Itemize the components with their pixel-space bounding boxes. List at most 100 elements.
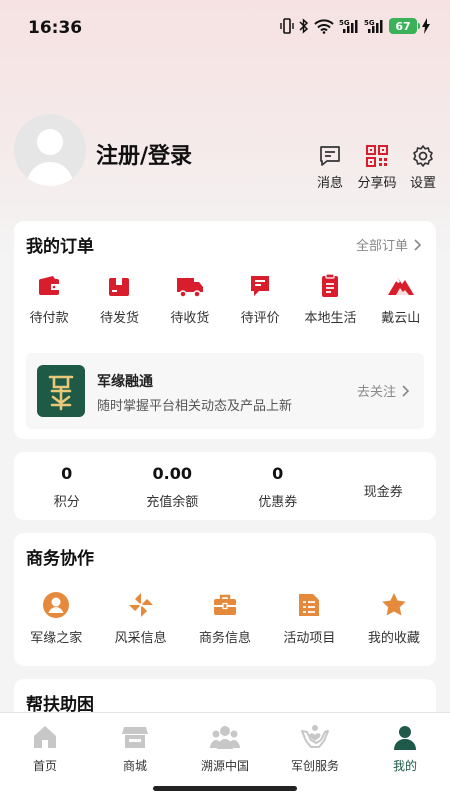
chevron-right-icon — [414, 238, 422, 251]
comment-icon — [251, 276, 270, 296]
wallet-icon — [39, 276, 60, 295]
order-pending-payment[interactable]: 待付款 — [14, 273, 84, 326]
business-grid: 军缘之家 风采信息 商务信息 活动项目 我的收藏 — [14, 591, 436, 646]
cash-voucher-label: 现金券 — [363, 485, 403, 500]
clipboard-icon — [322, 273, 339, 297]
business-showcase[interactable]: 风采信息 — [98, 591, 182, 646]
business-card: 商务协作 军缘之家 风采信息 商务信息 活动项目 我的收藏 — [14, 533, 436, 666]
signal-5g-icon: 5G — [339, 19, 358, 33]
order-pending-receipt-label: 待收货 — [170, 311, 210, 326]
points-stat[interactable]: 0 积分 — [14, 452, 120, 520]
promo-subtitle: 随时掌握平台相关动态及产品上新 — [97, 399, 293, 414]
avatar[interactable] — [14, 114, 86, 186]
pinwheel-icon — [128, 593, 153, 617]
promo-banner[interactable]: 军缘融通 随时掌握平台相关动态及产品上新 去关注 — [26, 353, 424, 429]
login-register-link[interactable]: 注册/登录 — [96, 138, 192, 170]
charging-icon — [422, 18, 430, 34]
balance-label: 充值余额 — [146, 495, 199, 510]
balance-stat[interactable]: 0.00 充值余额 — [120, 452, 226, 520]
business-favorites-label: 我的收藏 — [367, 631, 420, 646]
order-pending-payment-label: 待付款 — [29, 311, 69, 326]
svg-text:5G: 5G — [339, 19, 350, 27]
status-bar: 16:36 5G 5G 67 — [0, 0, 450, 56]
points-label: 积分 — [53, 495, 80, 510]
qr-code-icon — [366, 145, 388, 167]
tab-trace-china[interactable]: 溯源中国 — [180, 723, 270, 774]
orders-grid: 待付款 待发货 待收货 待评价 本地生活 戴云山 — [14, 273, 436, 326]
settings-button[interactable]: 设置 — [395, 144, 450, 191]
order-daiyun-mountain-label: 戴云山 — [381, 311, 421, 326]
coupon-value: 0 — [272, 464, 284, 483]
status-icons: 5G 5G 67 — [280, 18, 430, 34]
tab-home[interactable]: 首页 — [0, 723, 90, 774]
brand-emblem-icon — [48, 375, 74, 411]
signal-5g-2-icon: 5G — [364, 19, 383, 33]
message-icon — [320, 146, 340, 166]
promo-title: 军缘融通 — [97, 374, 153, 390]
order-pending-receipt[interactable]: 待收货 — [155, 273, 225, 326]
business-favorites[interactable]: 我的收藏 — [352, 591, 436, 646]
order-pending-review-label: 待评价 — [240, 311, 280, 326]
tab-mine[interactable]: 我的 — [360, 723, 450, 774]
order-pending-review[interactable]: 待评价 — [225, 273, 295, 326]
coupon-label: 优惠券 — [258, 495, 298, 510]
home-icon — [34, 726, 56, 748]
business-title: 商务协作 — [26, 549, 94, 569]
order-local-life-label: 本地生活 — [304, 311, 357, 326]
chevron-right-icon — [402, 384, 410, 397]
profile-header: 注册/登录 消息 分享码 设置 — [0, 110, 450, 200]
tab-military-startup[interactable]: 军创服务 — [270, 723, 360, 774]
business-showcase-label: 风采信息 — [114, 631, 167, 646]
svg-text:5G: 5G — [364, 19, 375, 27]
balance-value: 0.00 — [152, 464, 192, 483]
cash-voucher-stat[interactable]: 现金券 — [331, 452, 437, 520]
follow-label: 去关注 — [356, 385, 396, 400]
person-circle-icon — [43, 592, 70, 618]
tab-mine-label: 我的 — [392, 759, 417, 773]
tab-military-startup-label: 军创服务 — [290, 759, 339, 773]
wifi-icon — [314, 18, 334, 34]
assets-card: 0 积分 0.00 充值余额 0 优惠券 现金券 — [14, 452, 436, 520]
home-indicator[interactable] — [153, 786, 297, 791]
tab-trace-china-label: 溯源中国 — [200, 759, 249, 773]
default-avatar-icon — [26, 129, 74, 186]
truck-icon — [176, 278, 203, 298]
order-local-life[interactable]: 本地生活 — [295, 273, 365, 326]
orders-card: 我的订单 全部订单 待付款 待发货 待收货 待评价 本地生活 戴云山 军缘融通 … — [14, 221, 436, 439]
business-events[interactable]: 活动项目 — [267, 591, 351, 646]
battery-icon: 67 — [389, 18, 420, 34]
tab-mall-label: 商城 — [122, 759, 147, 773]
orders-title: 我的订单 — [26, 237, 94, 257]
settings-label: 设置 — [409, 176, 436, 191]
briefcase-icon — [214, 594, 237, 615]
people-icon — [210, 726, 240, 749]
star-icon — [382, 593, 406, 616]
box-icon — [109, 278, 130, 296]
mountain-icon — [387, 278, 414, 295]
points-value: 0 — [61, 464, 73, 483]
order-pending-shipment-label: 待发货 — [99, 311, 139, 326]
business-events-label: 活动项目 — [283, 631, 336, 646]
settings-icon — [413, 145, 433, 167]
follow-button[interactable]: 去关注 — [357, 381, 410, 400]
order-pending-shipment[interactable]: 待发货 — [84, 273, 154, 326]
bluetooth-icon — [299, 18, 309, 34]
promo-logo — [37, 365, 85, 417]
status-time: 16:36 — [28, 18, 83, 38]
business-info[interactable]: 商务信息 — [183, 591, 267, 646]
all-orders-link[interactable]: 全部订单 — [356, 235, 422, 254]
all-orders-label: 全部订单 — [355, 239, 408, 254]
vibrate-icon — [280, 18, 294, 34]
business-military-home-label: 军缘之家 — [30, 631, 83, 646]
business-info-label: 商务信息 — [199, 631, 252, 646]
assets-row: 0 积分 0.00 充值余额 0 优惠券 现金券 — [14, 452, 436, 520]
business-military-home[interactable]: 军缘之家 — [14, 591, 98, 646]
user-icon — [394, 726, 416, 750]
tab-mall[interactable]: 商城 — [90, 723, 180, 774]
tab-home-label: 首页 — [32, 759, 57, 773]
document-list-icon — [299, 594, 320, 616]
hands-heart-icon — [301, 725, 329, 748]
coupon-stat[interactable]: 0 优惠券 — [225, 452, 331, 520]
order-daiyun-mountain[interactable]: 戴云山 — [366, 273, 436, 326]
store-icon — [122, 727, 148, 748]
